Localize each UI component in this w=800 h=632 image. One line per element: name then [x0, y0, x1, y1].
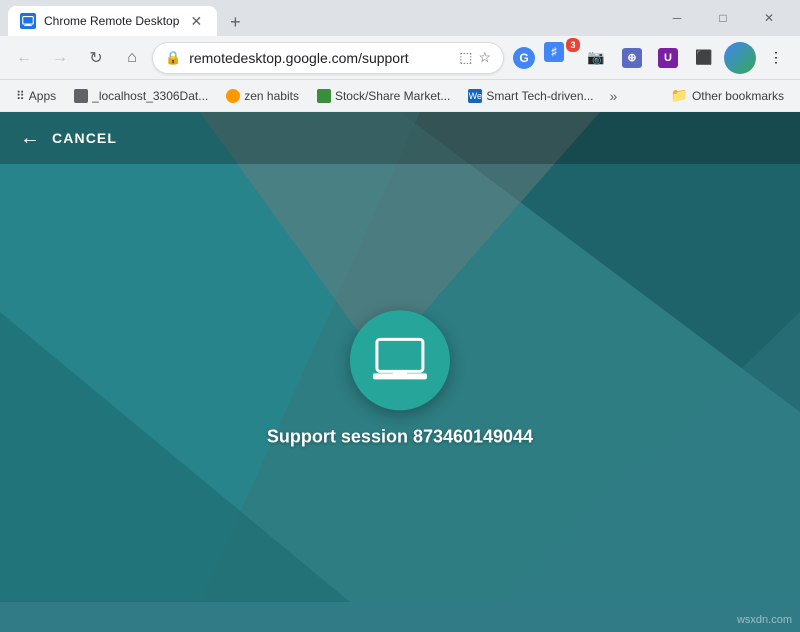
stock-favicon	[317, 89, 331, 103]
zenhabits-favicon	[226, 89, 240, 103]
session-text: Support session 873460149044	[267, 426, 533, 447]
address-bar[interactable]: 🔒 remotedesktop.google.com/support ⬚ ☆	[152, 42, 504, 74]
cancel-bar: ← CANCEL	[0, 112, 800, 164]
bookmark-apps-label: Apps	[29, 89, 56, 103]
forward-button[interactable]: →	[44, 42, 76, 74]
google-extension-icon[interactable]: G	[508, 42, 540, 74]
folder-icon: 📁	[671, 87, 688, 104]
tab-title: Chrome Remote Desktop	[44, 14, 179, 28]
other-bookmarks[interactable]: 📁 Other bookmarks	[663, 84, 792, 108]
bookmark-smarttech-label: Smart Tech-driven...	[486, 89, 593, 103]
u-extension-icon[interactable]: U	[652, 42, 684, 74]
title-bar: Chrome Remote Desktop ✕ + ─ □ ✕	[0, 0, 800, 36]
toolbar: ← → ↻ ⌂ 🔒 remotedesktop.google.com/suppo…	[0, 36, 800, 80]
laptop-icon-circle	[350, 310, 450, 410]
active-tab[interactable]: Chrome Remote Desktop ✕	[8, 6, 217, 36]
localhost-favicon	[74, 89, 88, 103]
smarttech-favicon: We	[468, 89, 482, 103]
badge-count: 3	[566, 38, 580, 52]
bookmark-star-icon[interactable]: ☆	[478, 49, 491, 66]
profile-avatar[interactable]	[724, 42, 756, 74]
home-button[interactable]: ⌂	[116, 42, 148, 74]
tab-favicon	[20, 13, 36, 29]
address-text: remotedesktop.google.com/support	[189, 50, 451, 66]
maximize-button[interactable]: □	[700, 0, 746, 36]
center-content: Support session 873460149044	[267, 310, 533, 447]
reload-button[interactable]: ↻	[80, 42, 112, 74]
bookmark-stock[interactable]: Stock/Share Market...	[309, 84, 458, 108]
laptop-svg-icon	[371, 337, 429, 383]
cancel-button[interactable]: CANCEL	[52, 130, 117, 146]
bookmark-localhost[interactable]: _localhost_3306Dat...	[66, 84, 216, 108]
lock-icon: 🔒	[165, 50, 181, 66]
vpn-icon: ♯	[544, 42, 564, 62]
window-controls: ─ □ ✕	[654, 0, 792, 36]
bookmark-apps[interactable]: ⠿ Apps	[8, 84, 64, 108]
bookmarks-more-button[interactable]: »	[604, 84, 624, 108]
minimize-button[interactable]: ─	[654, 0, 700, 36]
back-button[interactable]: ←	[8, 42, 40, 74]
close-button[interactable]: ✕	[746, 0, 792, 36]
bookmark-smart-tech[interactable]: We Smart Tech-driven...	[460, 84, 601, 108]
page-content: ← CANCEL Support session 873460149044 ws…	[0, 112, 800, 632]
browser-menu-button[interactable]: ⋮	[760, 42, 792, 74]
tab-area: Chrome Remote Desktop ✕ +	[8, 0, 650, 36]
camera-icon[interactable]: 📷	[580, 42, 612, 74]
bookmark-localhost-label: _localhost_3306Dat...	[92, 89, 208, 103]
bookmarks-bar: ⠿ Apps _localhost_3306Dat... zen habits …	[0, 80, 800, 112]
bookmark-stock-label: Stock/Share Market...	[335, 89, 450, 103]
bookmark-zenhabits-label: zen habits	[244, 89, 299, 103]
google-g-badge: G	[513, 47, 535, 69]
external-link-icon[interactable]: ⬚	[459, 49, 472, 66]
browser-window: Chrome Remote Desktop ✕ + ─ □ ✕ ← → ↻ ⌂ …	[0, 0, 800, 632]
extension-badge-icon[interactable]: ♯ 3	[544, 42, 576, 74]
other-bookmarks-label: Other bookmarks	[692, 89, 784, 103]
tab-close-button[interactable]: ✕	[187, 12, 205, 30]
watermark: wsxdn.com	[737, 614, 792, 626]
cancel-back-arrow[interactable]: ←	[20, 127, 40, 150]
new-tab-button[interactable]: +	[221, 8, 249, 36]
screen-share-icon[interactable]: ⬛	[688, 42, 720, 74]
apps-grid-icon: ⠿	[16, 89, 25, 103]
toolbar-right: G ♯ 3 📷 ⊕ U ⬛ ⋮	[508, 42, 792, 74]
shield-extension-icon[interactable]: ⊕	[616, 42, 648, 74]
bookmark-zenhabits[interactable]: zen habits	[218, 84, 307, 108]
address-icons: ⬚ ☆	[459, 49, 491, 66]
avatar-image	[724, 42, 756, 74]
